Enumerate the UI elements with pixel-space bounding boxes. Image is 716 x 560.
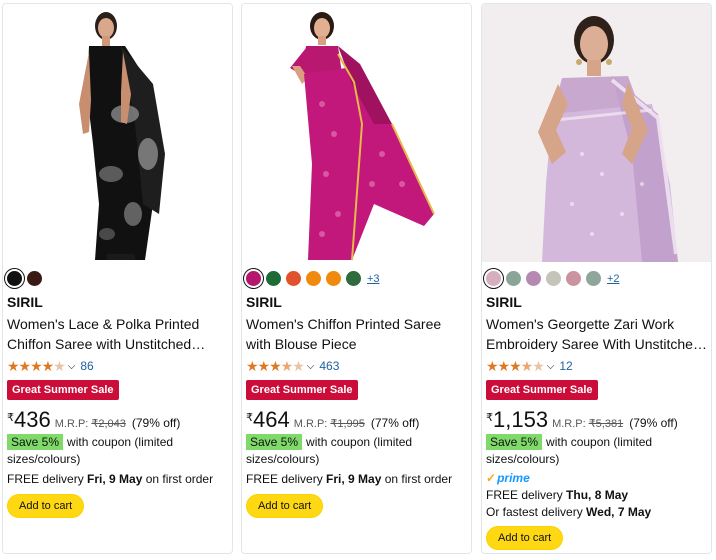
product-title[interactable]: Women's Chiffon Printed Saree with Blous… (246, 314, 468, 354)
chevron-down-icon[interactable]: ⌵ (307, 361, 315, 372)
mrp: M.R.P: ₹1,995 (293, 418, 365, 430)
add-to-cart-button[interactable]: Add to cart (246, 494, 324, 518)
product-image[interactable] (482, 4, 711, 262)
product-card: SIRIL Women's Lace & Polka Printed Chiff… (2, 3, 233, 554)
discount: (77% off) (370, 416, 420, 430)
rating[interactable]: ★★★★★ ⌵ 463 (246, 359, 339, 373)
color-swatch[interactable] (326, 271, 341, 286)
brand-name: SIRIL (246, 294, 282, 310)
mrp: M.R.P: ₹2,043 (54, 418, 126, 430)
mrp: M.R.P: ₹5,381 (552, 418, 624, 430)
chevron-down-icon[interactable]: ⌵ (68, 361, 76, 372)
star-rating-icon: ★★★★★ (7, 358, 66, 374)
star-rating-icon: ★★★★★ (246, 358, 305, 374)
prime-check-icon: ✓ (486, 471, 497, 485)
coupon-info: Save 5% with coupon (limited sizes/colour… (246, 434, 413, 466)
delivery-info: FREE delivery Fri, 9 May on first order (246, 472, 453, 486)
rating-count[interactable]: 86 (80, 359, 93, 373)
price: 1,153 (493, 407, 549, 432)
coupon-info: Save 5% with coupon (limited sizes/colour… (7, 434, 174, 466)
brand-name: SIRIL (486, 294, 522, 310)
product-image[interactable] (242, 4, 471, 262)
deal-badge: Great Summer Sale (246, 380, 358, 400)
saree-image-lavender (482, 4, 711, 262)
deal-badge: Great Summer Sale (7, 380, 119, 400)
chevron-down-icon[interactable]: ⌵ (547, 361, 555, 372)
saree-image-magenta (242, 4, 471, 262)
product-card: +2 SIRIL Women's Georgette Zari Work Emb… (481, 3, 712, 554)
more-colors-link[interactable]: +3 (367, 273, 380, 285)
color-swatches (7, 271, 42, 286)
color-swatch[interactable] (27, 271, 42, 286)
price: 436 (14, 407, 51, 432)
more-colors-link[interactable]: +2 (607, 273, 620, 285)
product-image[interactable] (3, 4, 232, 262)
color-swatches: +3 (246, 271, 380, 286)
color-swatch[interactable] (586, 271, 601, 286)
rating[interactable]: ★★★★★ ⌵ 86 (7, 359, 94, 373)
star-rating-icon: ★★★★★ (486, 358, 545, 374)
coupon-badge: Save 5% (486, 434, 543, 450)
coupon-badge: Save 5% (7, 434, 64, 450)
price: 464 (253, 407, 290, 432)
color-swatch[interactable] (546, 271, 561, 286)
currency-symbol: ₹ (486, 412, 493, 424)
rating-count[interactable]: 463 (319, 359, 339, 373)
discount: (79% off) (629, 416, 678, 430)
color-swatch[interactable] (306, 271, 321, 286)
color-swatches: +2 (486, 271, 620, 286)
product-card: +3 SIRIL Women's Chiffon Printed Saree w… (241, 3, 472, 554)
add-to-cart-button[interactable]: Add to cart (7, 494, 85, 518)
product-title[interactable]: Women's Lace & Polka Printed Chiffon Sar… (7, 314, 229, 354)
delivery-info: FREE delivery Thu, 8 May Or fastest deli… (486, 488, 652, 519)
prime-badge: ✓prime (486, 471, 530, 485)
add-to-cart-button[interactable]: Add to cart (486, 526, 564, 550)
color-swatch[interactable] (346, 271, 361, 286)
color-swatch[interactable] (526, 271, 541, 286)
color-swatch[interactable] (506, 271, 521, 286)
color-swatch[interactable] (246, 271, 261, 286)
price-row: ₹ 436 M.R.P: ₹2,043 (79% off) (7, 408, 180, 432)
coupon-info: Save 5% with coupon (limited sizes/colour… (486, 434, 653, 466)
product-title[interactable]: Women's Georgette Zari Work Embroidery S… (486, 314, 708, 354)
color-swatch[interactable] (286, 271, 301, 286)
currency-symbol: ₹ (246, 412, 253, 424)
rating[interactable]: ★★★★★ ⌵ 12 (486, 359, 573, 373)
currency-symbol: ₹ (7, 412, 14, 424)
coupon-badge: Save 5% (246, 434, 303, 450)
discount: (79% off) (131, 416, 181, 430)
color-swatch[interactable] (566, 271, 581, 286)
delivery-info: FREE delivery Fri, 9 May on first order (7, 472, 214, 486)
color-swatch[interactable] (486, 271, 501, 286)
deal-badge: Great Summer Sale (486, 380, 598, 400)
price-row: ₹ 1,153 M.R.P: ₹5,381 (79% off) (486, 408, 678, 432)
color-swatch[interactable] (266, 271, 281, 286)
saree-image-black (3, 4, 232, 262)
brand-name: SIRIL (7, 294, 43, 310)
price-row: ₹ 464 M.R.P: ₹1,995 (77% off) (246, 408, 419, 432)
color-swatch[interactable] (7, 271, 22, 286)
rating-count[interactable]: 12 (559, 359, 572, 373)
